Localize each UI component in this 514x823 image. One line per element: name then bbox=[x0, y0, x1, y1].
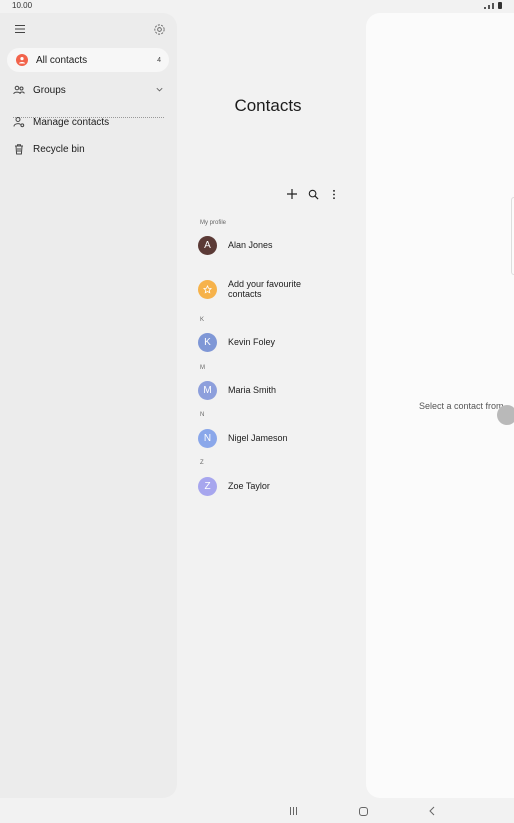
star-icon bbox=[198, 279, 217, 299]
battery-icon bbox=[498, 2, 502, 9]
system-nav-bar bbox=[0, 798, 514, 823]
favourites-label-line2: contacts bbox=[228, 289, 262, 299]
page-title: Contacts bbox=[234, 96, 302, 115]
avatar: M bbox=[198, 380, 217, 400]
home-icon[interactable] bbox=[359, 807, 368, 816]
list-item[interactable]: M Maria Smith bbox=[198, 380, 358, 400]
manage-contacts-icon bbox=[13, 116, 25, 128]
list-item[interactable]: K Kevin Foley bbox=[198, 332, 358, 352]
sidebar-item-manage-contacts[interactable]: Manage contacts bbox=[13, 113, 168, 131]
contact-name: Kevin Foley bbox=[228, 337, 276, 347]
plus-icon[interactable] bbox=[285, 187, 299, 201]
floating-action-button[interactable] bbox=[497, 405, 514, 425]
search-icon[interactable] bbox=[306, 187, 320, 201]
trash-icon bbox=[13, 143, 25, 155]
section-header-my-profile: My profile bbox=[200, 220, 227, 226]
contacts-toolbar bbox=[285, 187, 341, 201]
contact-name: Maria Smith bbox=[228, 385, 277, 395]
list-item[interactable]: N Nigel Jameson bbox=[198, 428, 358, 448]
status-icons bbox=[484, 2, 502, 9]
avatar: Z bbox=[198, 476, 217, 496]
contact-name: Nigel Jameson bbox=[228, 433, 288, 443]
contact-detail-pane: Select a contact from bbox=[366, 13, 514, 798]
status-time: 10.00 bbox=[12, 1, 33, 10]
sidebar-item-label: Manage contacts bbox=[33, 116, 110, 128]
sidebar-item-recycle-bin[interactable]: Recycle bin bbox=[13, 140, 168, 158]
groups-icon bbox=[13, 84, 25, 96]
status-bar: 10.00 bbox=[0, 0, 514, 12]
all-contacts-count: 4 bbox=[157, 56, 161, 64]
add-favourites-row[interactable]: Add your favourite contacts bbox=[198, 279, 358, 299]
sidebar-item-label: Recycle bin bbox=[33, 143, 85, 155]
section-header-letter: Z bbox=[200, 460, 204, 466]
favourites-label-line1: Add your favourite bbox=[228, 279, 302, 289]
signal-icon bbox=[484, 7, 486, 9]
avatar: N bbox=[198, 428, 217, 448]
navigation-drawer: All contacts 4 Groups Manage contacts Re… bbox=[0, 13, 177, 798]
all-contacts-label: All contacts bbox=[36, 54, 88, 66]
recents-icon[interactable] bbox=[290, 807, 297, 815]
avatar: K bbox=[198, 332, 217, 352]
all-contacts-item[interactable]: All contacts 4 bbox=[7, 48, 169, 72]
back-icon[interactable] bbox=[428, 806, 436, 816]
signal-icon bbox=[492, 3, 494, 9]
gear-icon[interactable] bbox=[153, 23, 166, 36]
chevron-down-icon[interactable] bbox=[155, 85, 164, 94]
favourites-label: Add your favourite contacts bbox=[228, 279, 301, 299]
empty-state-hint: Select a contact from bbox=[419, 401, 504, 411]
more-vert-icon[interactable] bbox=[327, 187, 341, 201]
contact-name: Zoe Taylor bbox=[228, 481, 270, 491]
list-item[interactable]: Z Zoe Taylor bbox=[198, 476, 358, 496]
profile-row[interactable]: A Alan Jones bbox=[198, 235, 358, 255]
person-icon bbox=[16, 54, 28, 66]
sidebar-item-label: Groups bbox=[33, 84, 66, 96]
menu-icon[interactable] bbox=[14, 23, 26, 35]
section-header-letter: K bbox=[200, 317, 205, 323]
signal-icon bbox=[488, 5, 490, 9]
avatar: A bbox=[198, 235, 217, 255]
contact-name: Alan Jones bbox=[228, 240, 273, 250]
sidebar-item-groups[interactable]: Groups bbox=[13, 81, 168, 99]
section-header-letter: N bbox=[200, 412, 205, 418]
section-header-letter: M bbox=[200, 365, 205, 371]
